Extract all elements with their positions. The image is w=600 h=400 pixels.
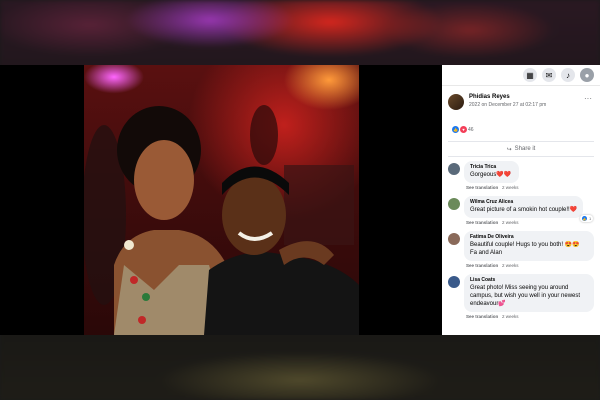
comment-bubble: Fatima De Oliveira Beautiful couple! Hug…	[464, 231, 594, 261]
comment-time[interactable]: 2 weeks	[502, 185, 519, 190]
top-nav: ▦ ✉ ♪ ●	[442, 65, 600, 86]
reaction-count: 46	[468, 126, 474, 133]
comment-item: Wilma Cruz Alicea Great picture of a smo…	[448, 196, 594, 225]
messenger-icon[interactable]: ✉	[542, 68, 556, 82]
couple-photo-illustration	[84, 105, 359, 335]
commenter-name[interactable]: Tricia Trica	[470, 164, 513, 170]
comment-item: Fatima De Oliveira Beautiful couple! Hug…	[448, 231, 594, 268]
comment-time[interactable]: 2 weeks	[502, 220, 519, 225]
comment-bubble: Lisa Coats Great photo! Miss seeing you …	[464, 274, 594, 312]
post-date[interactable]: 2022 on December 27 at 02:17 pm	[469, 102, 546, 108]
comment-text: Beautiful couple! Hugs to you both! 😍😍 F…	[470, 242, 580, 256]
love-icon: ♥	[460, 126, 467, 133]
author-avatar[interactable]	[448, 94, 464, 110]
commenter-name[interactable]: Lisa Coats	[470, 277, 588, 283]
see-translation-link[interactable]: See translation	[466, 220, 498, 225]
share-icon: ↪	[506, 146, 512, 153]
reaction-summary[interactable]: 👍 ♥ 46	[442, 110, 600, 137]
commenter-avatar[interactable]	[448, 276, 460, 288]
see-translation-link[interactable]: See translation	[466, 263, 498, 268]
comment-text: Great picture of a smokin hot couple!!❤️	[470, 207, 578, 213]
commenter-name[interactable]: Fatima De Oliveira	[470, 234, 588, 240]
post-photo[interactable]	[84, 65, 359, 335]
like-icon: 👍	[581, 216, 587, 221]
see-translation-link[interactable]: See translation	[466, 314, 498, 319]
comment-bubble: Wilma Cruz Alicea Great picture of a smo…	[464, 196, 594, 222]
bell-icon[interactable]: ♪	[561, 68, 575, 82]
author-name[interactable]: Phidias Reyes	[469, 94, 546, 100]
comment-text: Great photo! Miss seeing you around camp…	[470, 285, 581, 307]
more-options-icon[interactable]: ···	[584, 94, 592, 103]
comment-bubble: Tricia Trica Gorgeous❤️❤️	[464, 161, 519, 183]
share-button[interactable]: ↪ Share it	[448, 141, 594, 157]
share-label: Share it	[514, 146, 536, 152]
comment-item: Lisa Coats Great photo! Miss seeing you …	[448, 274, 594, 319]
post-header: Phidias Reyes 2022 on December 27 at 02:…	[442, 86, 600, 110]
comment-reaction[interactable]: 👍 1	[579, 215, 594, 222]
comment-item: Tricia Trica Gorgeous❤️❤️ See translatio…	[448, 161, 594, 190]
see-translation-link[interactable]: See translation	[466, 185, 498, 190]
comment-reaction-count: 1	[588, 216, 592, 221]
post-side-panel: ▦ ✉ ♪ ● Phidias Reyes 2022 on December 2…	[442, 65, 600, 335]
comment-time[interactable]: 2 weeks	[502, 263, 519, 268]
comment-list: Tricia Trica Gorgeous❤️❤️ See translatio…	[442, 157, 600, 319]
commenter-name[interactable]: Wilma Cruz Alicea	[470, 199, 577, 205]
commenter-avatar[interactable]	[448, 198, 460, 210]
commenter-avatar[interactable]	[448, 233, 460, 245]
commenter-avatar[interactable]	[448, 163, 460, 175]
comment-text: Gorgeous❤️❤️	[470, 172, 512, 178]
like-icon: 👍	[452, 126, 459, 133]
profile-icon[interactable]: ●	[580, 68, 594, 82]
comment-time[interactable]: 2 weeks	[502, 314, 519, 319]
grid-icon[interactable]: ▦	[523, 68, 537, 82]
